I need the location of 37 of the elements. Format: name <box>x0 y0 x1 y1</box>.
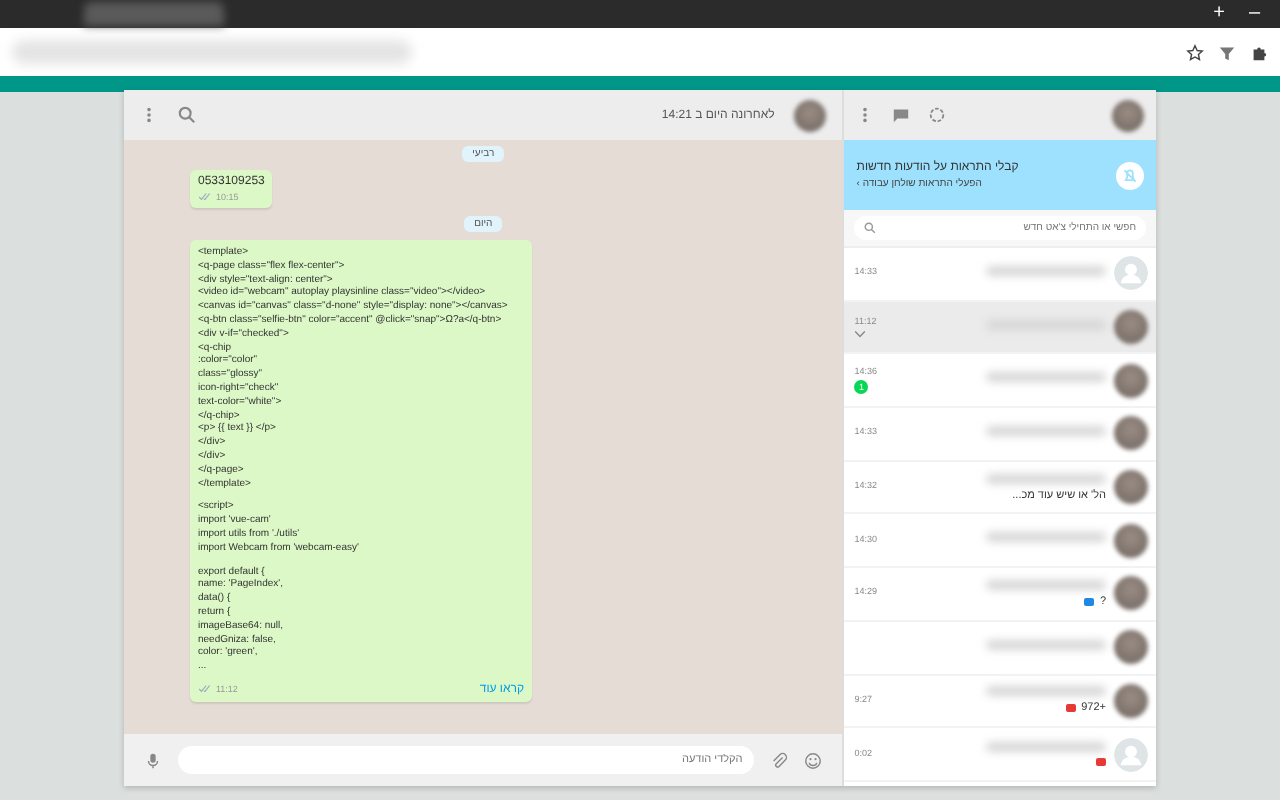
chat-icon[interactable] <box>892 106 911 124</box>
new-tab-button[interactable]: + <box>1201 2 1237 26</box>
avatar <box>1114 416 1148 451</box>
puzzle-icon[interactable] <box>1250 43 1268 61</box>
blurred-name <box>986 372 1106 383</box>
bell-off-icon <box>1116 161 1144 189</box>
chevron-down-icon[interactable] <box>854 330 867 339</box>
emoji-icon[interactable] <box>804 751 823 769</box>
blurred-name <box>986 639 1106 650</box>
blurred-name <box>986 425 1106 436</box>
avatar[interactable] <box>1112 99 1144 131</box>
minimize-button[interactable]: – <box>1236 2 1272 26</box>
microphone-icon[interactable] <box>144 751 162 769</box>
blurred-name <box>986 265 1106 276</box>
blurred-name <box>986 579 1106 590</box>
avatar <box>1114 470 1148 505</box>
avatar <box>1114 683 1148 718</box>
double-check-icon <box>198 192 212 202</box>
star-icon[interactable] <box>1186 43 1204 61</box>
avatar <box>1114 363 1148 398</box>
avatar <box>1114 523 1148 558</box>
avatar <box>1114 310 1148 345</box>
paperclip-icon[interactable] <box>770 751 789 769</box>
person-silhouette-icon <box>1114 737 1148 772</box>
search-icon <box>864 222 877 234</box>
blurred-name <box>986 532 1106 543</box>
avatar <box>1114 630 1148 665</box>
status-icon[interactable] <box>928 106 947 124</box>
funnel-icon[interactable] <box>1218 43 1236 61</box>
avatar[interactable] <box>794 99 827 131</box>
blurred-name <box>986 686 1106 697</box>
avatar <box>1114 576 1148 611</box>
blurred-name <box>986 473 1106 484</box>
blurred-name <box>986 742 1106 753</box>
person-silhouette-icon <box>1114 256 1148 291</box>
double-check-icon <box>198 684 212 695</box>
search-icon[interactable] <box>178 106 196 124</box>
